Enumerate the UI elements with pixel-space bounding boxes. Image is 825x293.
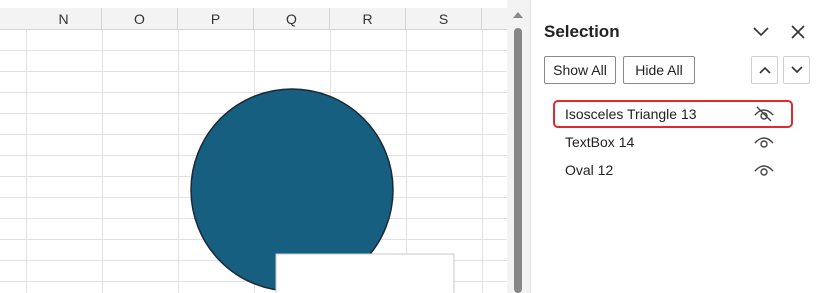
visibility-toggle[interactable] <box>753 104 775 124</box>
list-item-oval-12[interactable]: Oval 12 <box>553 156 793 184</box>
list-item-label: Isosceles Triangle 13 <box>565 106 697 122</box>
chevron-down-icon <box>753 27 769 37</box>
close-pane-button[interactable] <box>788 22 808 42</box>
pane-title: Selection <box>544 22 620 41</box>
shape-list: Isosceles Triangle 13 TextBox 14 Oval 12 <box>553 100 793 184</box>
hide-all-button[interactable]: Hide All <box>623 56 695 84</box>
eye-icon <box>754 137 774 148</box>
close-icon <box>791 25 805 39</box>
show-all-button[interactable]: Show All <box>544 56 616 84</box>
chevron-down-icon <box>790 66 803 74</box>
textbox-shape[interactable] <box>275 253 455 293</box>
send-backward-button[interactable] <box>783 56 810 84</box>
list-item-isosceles-triangle-13[interactable]: Isosceles Triangle 13 <box>553 100 793 128</box>
list-item-label: TextBox 14 <box>565 134 635 150</box>
eye-icon <box>754 165 774 176</box>
drawing-layer <box>190 88 455 293</box>
chevron-up-icon <box>758 66 771 74</box>
vertical-scrollbar[interactable] <box>507 0 530 293</box>
list-item-textbox-14[interactable]: TextBox 14 <box>553 128 793 156</box>
visibility-toggle[interactable] <box>753 160 775 180</box>
worksheet-area[interactable]: N O P Q R S <box>0 0 507 293</box>
scroll-up-icon[interactable] <box>513 12 523 18</box>
list-item-label: Oval 12 <box>565 162 614 178</box>
visibility-toggle[interactable] <box>753 132 775 152</box>
scrollbar-thumb[interactable] <box>514 28 522 293</box>
pane-options-button[interactable] <box>751 22 771 42</box>
selection-pane: Selection Show All Hide All Isosceles Tr… <box>531 0 825 293</box>
bring-forward-button[interactable] <box>751 56 778 84</box>
eye-hidden-icon <box>754 106 774 122</box>
